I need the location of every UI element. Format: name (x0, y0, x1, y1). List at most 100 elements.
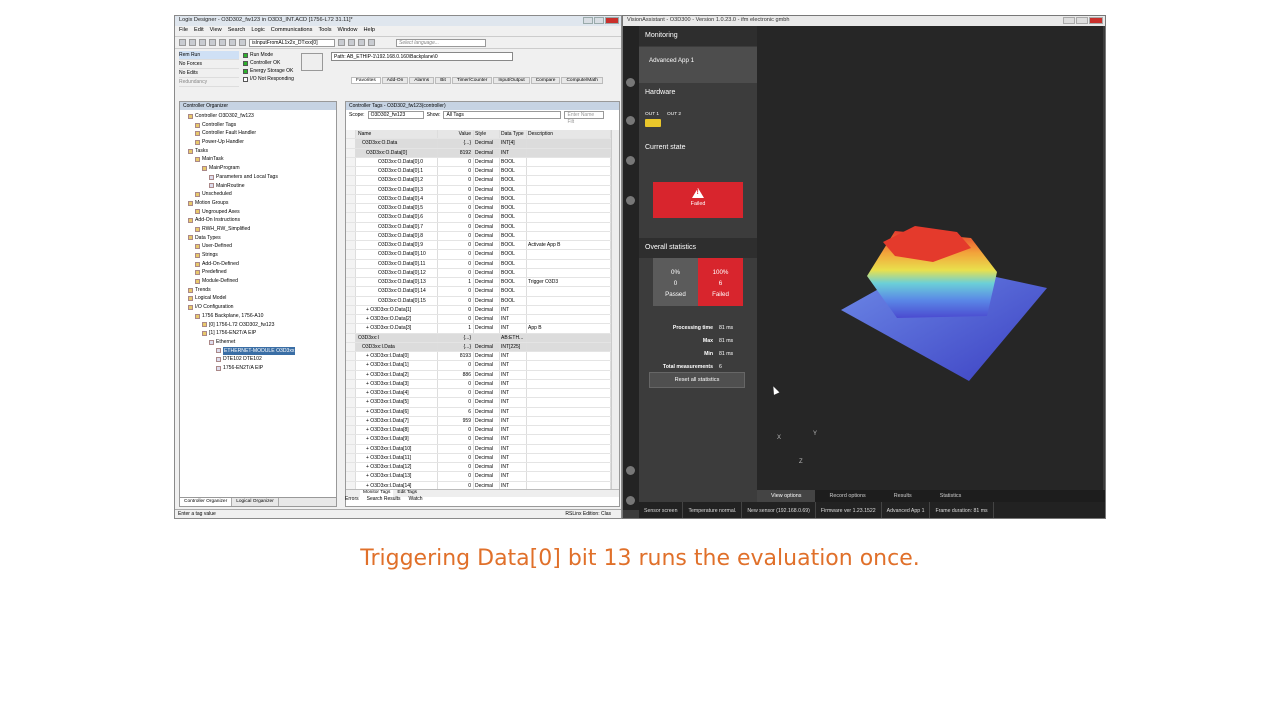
tag-value[interactable]: 1 (438, 324, 474, 333)
tag-value[interactable]: 0 (438, 472, 474, 481)
row-selector[interactable] (346, 472, 356, 481)
menu-item[interactable]: Search (228, 27, 246, 35)
organizer-tree-item[interactable]: [1] 1756-EN2T/A EIP (182, 329, 336, 338)
save-icon[interactable] (199, 39, 206, 46)
active-app-box[interactable]: Advanced App 1 (639, 47, 757, 83)
table-row[interactable]: + O3D3xx:I.Data[8] 0 Decimal INT (346, 426, 611, 436)
instruction-tab[interactable]: Alarms (409, 77, 435, 84)
organizer-tree-item[interactable]: Power-Up Handler (182, 138, 336, 147)
row-selector[interactable] (346, 250, 356, 259)
open-icon[interactable] (189, 39, 196, 46)
organizer-tree-item[interactable]: Data Types (182, 234, 336, 243)
organizer-tree-item[interactable]: MainTask (182, 155, 336, 164)
row-selector[interactable] (346, 287, 356, 296)
verify-icon[interactable] (338, 39, 345, 46)
table-row[interactable]: O3D3xx:O.Data[0].8 0 Decimal BOOL (346, 231, 611, 241)
tag-value[interactable]: 886 (438, 370, 474, 379)
table-row[interactable]: O3D3xx:O.Data[0].4 0 Decimal BOOL (346, 194, 611, 204)
tag-value[interactable]: 0 (438, 389, 474, 398)
tag-value[interactable]: 0 (438, 398, 474, 407)
table-row[interactable]: + O3D3xx:I.Data[13] 0 Decimal INT (346, 472, 611, 482)
row-selector[interactable] (346, 268, 356, 277)
table-row[interactable]: O3D3xx:O.Data[0].9 0 Decimal BOOL Activate A… (346, 241, 611, 251)
table-row[interactable]: O3D3xx:O.Data[0].10 0 Decimal BOOL (346, 250, 611, 260)
organizer-tree-item[interactable]: Parameters and Local Tags (182, 173, 336, 182)
instruction-tab[interactable]: Compute/Math (561, 77, 603, 84)
organizer-tree-item[interactable]: Strings (182, 251, 336, 260)
table-row[interactable]: + O3D3xx:I.Data[12] 0 Decimal INT (346, 463, 611, 473)
table-row[interactable]: O3D3xx:I {...} AB:ETH... (346, 333, 611, 343)
view-tab[interactable]: Record options (815, 490, 879, 502)
tag-value[interactable]: 0 (438, 250, 474, 259)
table-row[interactable]: + O3D3xx:I.Data[2] 886 Decimal INT (346, 370, 611, 380)
instruction-tab[interactable]: Favorites (351, 77, 381, 84)
menu-item[interactable]: Edit (194, 27, 204, 35)
organizer-tree-item[interactable]: [0] 1756-L72 O3D302_fw123 (182, 321, 336, 330)
zoom-out-icon[interactable] (358, 39, 365, 46)
bottom-panel-tab[interactable]: Watch (409, 496, 423, 502)
row-selector[interactable] (346, 435, 356, 444)
table-row[interactable]: O3D3xx:O.Data[0].0 0 Decimal BOOL (346, 157, 611, 167)
row-selector[interactable] (346, 342, 356, 351)
monitor-icon[interactable] (626, 156, 635, 165)
bottom-panel-tab[interactable]: Errors (345, 496, 359, 502)
row-selector[interactable] (346, 370, 356, 379)
tag-value[interactable]: 1 (438, 278, 474, 287)
row-selector[interactable] (346, 185, 356, 194)
table-row[interactable]: O3D3xx:O.Data[0].15 0 Decimal BOOL (346, 296, 611, 306)
path-field[interactable]: Path: AB_ETHIP-1\192.168.0.160\Backplane… (331, 52, 513, 61)
zoom-in-icon[interactable] (348, 39, 355, 46)
organizer-tree-item[interactable]: Add-On-Defined (182, 260, 336, 269)
menu-item[interactable]: Window (338, 27, 358, 35)
organizer-tree-item[interactable]: MainProgram (182, 164, 336, 173)
instruction-tab[interactable]: Input/Output (493, 77, 530, 84)
row-selector[interactable] (346, 426, 356, 435)
3d-view[interactable]: X Y Z (757, 26, 1103, 500)
organizer-tree-item[interactable]: DTE102 DTE102 (182, 355, 336, 364)
row-selector[interactable] (346, 379, 356, 388)
row-selector[interactable] (346, 231, 356, 240)
settings-icon[interactable] (626, 466, 635, 475)
cut-icon[interactable] (219, 39, 226, 46)
print-icon[interactable] (209, 39, 216, 46)
organizer-tree-item[interactable]: I/O Configuration (182, 303, 336, 312)
tag-value[interactable]: 0 (438, 204, 474, 213)
instruction-tab[interactable]: Bit (435, 77, 451, 84)
table-row[interactable]: O3D3xx:I.Data {...} Decimal INT[225] (346, 342, 611, 352)
tag-value[interactable]: 0 (438, 426, 474, 435)
show-dropdown[interactable]: All Tags (443, 111, 562, 119)
row-selector[interactable] (346, 139, 356, 148)
organizer-tree-item[interactable]: 1756 Backplane, 1756-A10 (182, 312, 336, 321)
organizer-tab[interactable]: Logical Organizer (232, 498, 279, 506)
menu-item[interactable]: Help (363, 27, 375, 35)
tag-value[interactable]: 0 (438, 167, 474, 176)
new-icon[interactable] (179, 39, 186, 46)
tag-value[interactable]: 0 (438, 176, 474, 185)
bottom-panel-tab[interactable]: Search Results (367, 496, 401, 502)
table-row[interactable]: + O3D3xx:O.Data[1] 0 Decimal INT (346, 305, 611, 315)
row-selector[interactable] (346, 324, 356, 333)
row-selector[interactable] (346, 222, 356, 231)
row-selector[interactable] (346, 444, 356, 453)
row-selector[interactable] (346, 315, 356, 324)
tag-value[interactable]: 8193 (438, 352, 474, 361)
row-selector[interactable] (346, 194, 356, 203)
table-row[interactable]: O3D3xx:O.Data[0].13 1 Decimal BOOL Trigger O… (346, 278, 611, 288)
table-row[interactable]: O3D3xx:O.Data[0].11 0 Decimal BOOL (346, 259, 611, 269)
row-selector[interactable] (346, 398, 356, 407)
tag-value[interactable]: 0 (438, 305, 474, 314)
organizer-tree-item[interactable]: Trends (182, 286, 336, 295)
tag-value[interactable]: 0 (438, 268, 474, 277)
organizer-tree-item[interactable]: ETHERNET-MODULE O3D3xx (182, 346, 336, 356)
column-header[interactable]: Name (356, 130, 438, 139)
table-row[interactable]: O3D3xx:O.Data[0].1 0 Decimal BOOL (346, 167, 611, 177)
tag-value[interactable]: 0 (438, 222, 474, 231)
tag-value[interactable]: 0 (438, 241, 474, 250)
table-row[interactable]: + O3D3xx:O.Data[3] 1 Decimal INT App B (346, 324, 611, 334)
menu-item[interactable]: Logic (251, 27, 264, 35)
tag-value[interactable]: {...} (438, 333, 474, 342)
view-tab[interactable]: Statistics (926, 490, 976, 502)
organizer-tree-item[interactable]: Controller O3D302_fw123 (182, 112, 336, 121)
tag-value[interactable]: 0 (438, 315, 474, 324)
row-selector[interactable] (346, 352, 356, 361)
